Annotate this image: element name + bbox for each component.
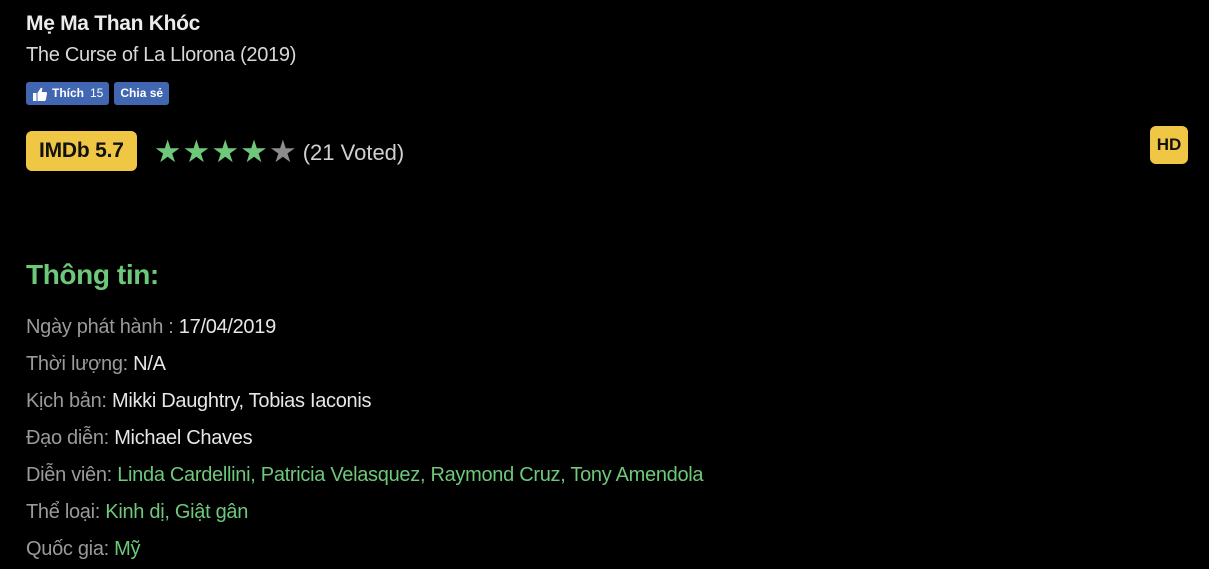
- star-icon[interactable]: ★: [183, 136, 211, 167]
- director-row: Đạo diễn: Michael Chaves: [26, 425, 703, 462]
- cast-link[interactable]: Tony Amendola: [570, 464, 703, 486]
- duration-row: Thời lượng: N/A: [26, 351, 703, 388]
- cast-link[interactable]: Patricia Velasquez: [261, 464, 420, 486]
- star-icon[interactable]: ★: [269, 136, 297, 167]
- writer-label: Kịch bản:: [26, 390, 112, 412]
- thumbs-up-icon: [33, 87, 48, 101]
- star-icon[interactable]: ★: [154, 136, 182, 167]
- voted-count: (21 Voted): [302, 140, 405, 165]
- movie-info-panel: Mẹ Ma Than Khóc The Curse of La Llorona …: [0, 0, 1209, 569]
- genre-link[interactable]: Kinh dị: [105, 501, 164, 523]
- cast-link[interactable]: Raymond Cruz: [430, 464, 560, 486]
- duration-value: N/A: [133, 353, 166, 375]
- star-icon[interactable]: ★: [240, 136, 268, 167]
- info-heading: Thông tin:: [26, 259, 159, 290]
- release-date-label: Ngày phát hành :: [26, 316, 179, 338]
- quality-badge: HD: [1150, 126, 1188, 164]
- country-link[interactable]: Mỹ: [114, 538, 140, 560]
- writer-row: Kịch bản: Mikki Daughtry, Tobias Iaconis: [26, 388, 703, 425]
- release-date-row: Ngày phát hành : 17/04/2019: [26, 314, 703, 351]
- imdb-badge: IMDb 5.7: [26, 131, 137, 171]
- duration-label: Thời lượng:: [26, 353, 134, 375]
- rating-row: IMDb 5.7 ★ ★ ★ ★ ★ (21 Voted): [26, 131, 404, 171]
- country-label: Quốc gia:: [26, 538, 115, 560]
- facebook-like-button[interactable]: Thích 15: [26, 82, 110, 105]
- cast-link[interactable]: Linda Cardellini: [117, 464, 250, 486]
- movie-title-vi: Mẹ Ma Than Khóc: [26, 12, 201, 35]
- cast-separator: ,: [560, 464, 571, 486]
- genre-row: Thể loại: Kinh dị, Giật gân: [26, 499, 703, 536]
- star-icon[interactable]: ★: [211, 136, 239, 167]
- genre-label: Thể loại:: [26, 501, 106, 523]
- cast-label: Diễn viên:: [26, 464, 118, 486]
- star-rating[interactable]: ★ ★ ★ ★ ★: [154, 136, 297, 167]
- genre-separator: ,: [164, 501, 175, 523]
- movie-title-en: The Curse of La Llorona (2019): [26, 44, 297, 66]
- facebook-buttons: Thích 15 Chia sẻ: [26, 82, 170, 105]
- cast-row: Diễn viên: Linda Cardellini, Patricia Ve…: [26, 462, 704, 499]
- release-date-value: 17/04/2019: [178, 316, 276, 338]
- genre-link[interactable]: Giật gân: [175, 501, 249, 523]
- director-label: Đạo diễn:: [26, 427, 115, 449]
- info-list: Ngày phát hành : 17/04/2019 Thời lượng: …: [26, 314, 704, 569]
- like-count: 15: [90, 86, 104, 100]
- cast-separator: ,: [419, 464, 431, 486]
- director-value: Michael Chaves: [114, 427, 253, 449]
- country-row: Quốc gia: Mỹ: [26, 536, 703, 569]
- writer-value: Mikki Daughtry, Tobias Iaconis: [111, 390, 372, 412]
- cast-separator: ,: [250, 464, 261, 486]
- facebook-share-button[interactable]: Chia sẻ: [114, 82, 170, 105]
- like-label: Thích: [52, 86, 84, 100]
